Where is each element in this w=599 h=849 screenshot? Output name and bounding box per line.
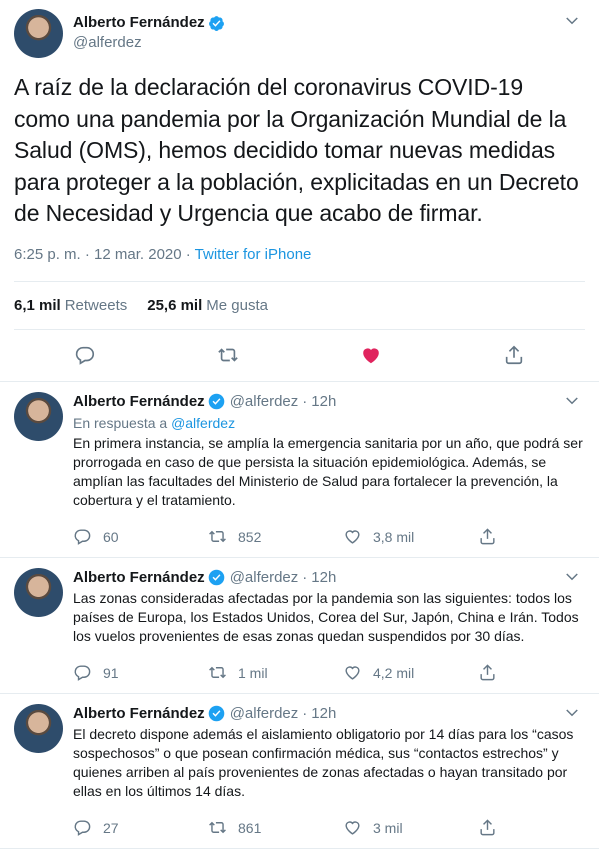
verified-badge-icon [208, 393, 224, 410]
in-reply-to: En respuesta a @alferdez [73, 414, 585, 433]
tweet-timestamp[interactable]: 6:25 p. m. · 12 mar. 2020 · [14, 246, 195, 263]
retweets-label: Retweets [64, 296, 128, 314]
retweets-stat[interactable]: 6,1 mil Retweets [14, 297, 127, 314]
separator-dot: · [302, 393, 308, 410]
reply-count: 60 [103, 528, 119, 545]
reply-tweet[interactable]: Alberto Fernández @alferdez · 12h Las zo… [0, 558, 599, 694]
tweet-source[interactable]: Twitter for iPhone [195, 246, 312, 263]
retweet-button[interactable]: 861 [208, 818, 343, 837]
like-count: 3,8 mil [373, 528, 415, 545]
reply-tweet[interactable]: Alberto Fernández @alferdez · 12h El dec… [0, 694, 599, 849]
retweet-count: 861 [238, 819, 262, 836]
retweet-icon [209, 666, 226, 679]
retweet-count: 852 [238, 528, 262, 545]
chevron-down-icon[interactable] [563, 704, 581, 722]
like-button[interactable]: 4,2 mil [343, 663, 478, 682]
share-button[interactable] [478, 818, 508, 837]
reply-icon [74, 529, 91, 546]
likes-label: Me gusta [206, 296, 268, 314]
author-handle[interactable]: @alferdez [230, 705, 299, 722]
share-button[interactable] [478, 527, 508, 546]
share-icon [480, 819, 495, 836]
reply-icon[interactable] [74, 344, 96, 366]
avatar[interactable] [14, 567, 63, 617]
like-count: 4,2 mil [373, 664, 415, 681]
tweet-text: El decreto dispone además el aislamiento… [73, 725, 574, 800]
share-icon [480, 528, 495, 545]
like-button[interactable]: 3 mil [343, 818, 478, 837]
chevron-down-icon[interactable] [563, 12, 581, 30]
retweet-icon [209, 822, 226, 834]
retweet-count: 1 mil [238, 664, 268, 681]
tweet-text: A raíz de la declaración del coronavirus… [14, 74, 579, 226]
share-icon[interactable] [503, 344, 525, 366]
reply-icon [74, 820, 91, 837]
reply-button[interactable]: 91 [73, 663, 208, 682]
chevron-down-icon[interactable] [563, 568, 581, 586]
like-icon [345, 821, 360, 835]
separator-dot: · [302, 569, 308, 587]
main-tweet: Alberto Fernández @alferdez A raíz de la… [0, 0, 599, 382]
reply-tweet[interactable]: Alberto Fernández @alferdez · 12h En res… [0, 382, 599, 558]
verified-badge-icon [208, 15, 224, 31]
reply-actions: 27 861 3 mil [73, 808, 585, 848]
retweet-button[interactable]: 1 mil [208, 663, 343, 682]
reply-count: 27 [103, 819, 119, 836]
like-count: 3 mil [373, 819, 403, 836]
reply-actions: 91 1 mil 4,2 mil [73, 653, 585, 693]
author-name[interactable]: Alberto Fernández [73, 569, 205, 586]
author-handle[interactable]: @alferdez [73, 33, 225, 53]
retweet-icon[interactable] [217, 344, 239, 366]
likes-count: 25,6 mil [147, 296, 203, 314]
avatar[interactable] [14, 391, 63, 441]
tweet-actions [14, 328, 585, 381]
like-button[interactable]: 3,8 mil [343, 527, 478, 546]
tweet-stats: 6,1 mil Retweets 25,6 mil Me gusta [14, 282, 585, 329]
in-reply-prefix: En respuesta a [73, 414, 172, 431]
reply-header: Alberto Fernández @alferdez · 12h [73, 568, 585, 588]
share-icon [480, 664, 495, 681]
retweet-icon [209, 530, 226, 543]
tweet-meta: 6:25 p. m. · 12 mar. 2020 · Twitter for … [14, 244, 585, 266]
author-name[interactable]: Alberto Fernández [73, 705, 205, 722]
tweet-text: Las zonas consideradas afectadas por la … [73, 589, 579, 645]
reply-button[interactable]: 27 [73, 818, 208, 837]
in-reply-handle[interactable]: @alferdez [171, 415, 235, 431]
reply-count: 91 [103, 664, 119, 681]
likes-stat[interactable]: 25,6 mil Me gusta [147, 297, 268, 314]
separator-dot: · [302, 705, 308, 723]
author-handle[interactable]: @alferdez [230, 569, 299, 586]
tweet-time[interactable]: 12h [311, 705, 336, 722]
tweet-text: En primera instancia, se amplía la emerg… [73, 434, 583, 509]
author-name[interactable]: Alberto Fernández [73, 13, 205, 33]
verified-badge-icon [208, 569, 224, 586]
verified-badge-icon [208, 705, 224, 722]
avatar[interactable] [14, 8, 63, 58]
like-icon[interactable] [360, 344, 382, 366]
author-block: Alberto Fernández @alferdez [73, 13, 225, 53]
retweet-button[interactable]: 852 [208, 527, 343, 546]
chevron-down-icon[interactable] [563, 392, 581, 410]
author-name[interactable]: Alberto Fernández [73, 393, 205, 410]
like-icon [345, 530, 360, 544]
like-icon [345, 666, 360, 680]
reply-icon [74, 665, 91, 681]
reply-actions: 60 852 3,8 mil [73, 517, 585, 557]
reply-header: Alberto Fernández @alferdez · 12h [73, 704, 585, 724]
share-button[interactable] [478, 663, 508, 682]
tweet-header: Alberto Fernández @alferdez [14, 8, 585, 58]
retweets-count: 6,1 mil [14, 296, 61, 314]
author-handle[interactable]: @alferdez [230, 393, 299, 410]
tweet-time[interactable]: 12h [311, 393, 336, 410]
avatar[interactable] [14, 703, 63, 753]
reply-button[interactable]: 60 [73, 527, 208, 546]
tweet-time[interactable]: 12h [311, 569, 336, 586]
reply-header: Alberto Fernández @alferdez · 12h [73, 392, 585, 412]
